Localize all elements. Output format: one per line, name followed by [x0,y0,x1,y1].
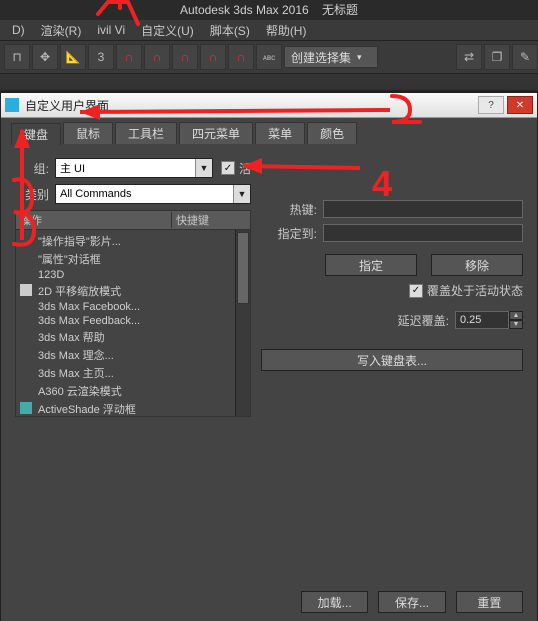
category-label: 类别 [15,186,49,203]
snap-icon[interactable]: ∩ [144,44,170,70]
dialog-icon [5,98,19,112]
brush-icon[interactable]: ✎ [512,44,538,70]
spinner-down-icon[interactable]: ▼ [509,320,523,329]
list-item[interactable]: 3ds Max Facebook... [16,300,236,314]
load-button[interactable]: 加载... [301,591,368,613]
active-label: 活 [239,160,251,177]
selection-set-dropdown[interactable]: 创建选择集 [284,46,378,68]
menu-script[interactable]: 脚本(S) [202,22,258,39]
tab-menus[interactable]: 菜单 [255,122,305,144]
hotkey-input[interactable] [323,200,523,218]
hand-icon [20,284,32,296]
list-item-label: 3ds Max Feedback... [38,315,140,327]
list-item[interactable]: A360 云渲染模式 [16,382,236,400]
menu-render[interactable]: 渲染(R) [33,22,90,39]
spinner-up-icon[interactable]: ▲ [509,311,523,320]
tab-quads[interactable]: 四元菜单 [179,122,253,144]
app-title: Autodesk 3ds Max 2016 [180,3,309,17]
mirror-icon[interactable]: ⇄ [456,44,482,70]
dialog-titlebar[interactable]: 自定义用户界面 ? ✕ [1,93,537,118]
snap-icon[interactable]: ∩ [228,44,254,70]
label-icon[interactable]: ᴀʙᴄ [256,44,282,70]
list-item-label: ActiveShade 浮动框 [38,404,136,416]
scrollbar[interactable] [235,230,250,416]
menu-civil[interactable]: ivil Vi [89,23,133,37]
list-item-label: 3ds Max Facebook... [38,301,140,313]
list-item-label: 3ds Max 理念... [38,350,114,362]
assignedto-label: 指定到: [261,225,317,242]
group-dropdown[interactable]: 主 UI ▼ [55,158,213,178]
magnet-icon[interactable]: ⊓ [4,44,30,70]
copy-icon[interactable]: ❐ [484,44,510,70]
list-item[interactable]: 123D [16,268,236,282]
customize-ui-dialog: 自定义用户界面 ? ✕ 键盘 鼠标 工具栏 四元菜单 菜单 颜色 组: 主 UI… [0,92,538,621]
snap-icon[interactable]: ∩ [200,44,226,70]
remove-button[interactable]: 移除 [431,254,523,276]
help-button[interactable]: ? [478,96,504,114]
override-active-checkbox[interactable]: ✓ [409,284,423,298]
doc-icon [20,402,32,414]
group-label: 组: [15,160,49,177]
actions-list-header[interactable]: 操作 快捷键 [15,210,251,230]
doc-title: 无标题 [322,3,358,17]
scrollbar-thumb[interactable] [237,232,249,304]
list-item-label: 123D [38,269,64,281]
override-active-label: 覆盖处于活动状态 [427,282,523,299]
tab-mouse[interactable]: 鼠标 [63,122,113,144]
menu-help[interactable]: 帮助(H) [258,22,315,39]
snap-icon[interactable]: ∩ [116,44,142,70]
tab-toolbars[interactable]: 工具栏 [115,122,177,144]
list-item[interactable]: 3ds Max 主页... [16,364,236,382]
write-keyboard-button[interactable]: 写入键盘表... [261,349,523,371]
list-item[interactable]: 3ds Max 帮助 [16,328,236,346]
close-button[interactable]: ✕ [507,96,533,114]
delay-override-label: 延迟覆盖: [398,312,449,329]
tab-colors[interactable]: 颜色 [307,122,357,144]
dialog-title: 自定义用户界面 [25,97,475,114]
category-dropdown[interactable]: All Commands ▼ [55,184,251,204]
chevron-down-icon: ▼ [195,159,212,177]
list-item[interactable]: 3ds Max 理念... [16,346,236,364]
menubar: D) 渲染(R) ivil Vi 自定义(U) 脚本(S) 帮助(H) [0,20,538,40]
assign-button[interactable]: 指定 [325,254,417,276]
list-item-label: "操作指导"影片... [38,236,121,248]
list-item-label: 3ds Max 主页... [38,368,114,380]
menu-customize[interactable]: 自定义(U) [133,22,202,39]
list-item[interactable]: 2D 平移缩放模式 [16,282,236,300]
assignedto-display [323,224,523,242]
snap-icon[interactable]: ∩ [172,44,198,70]
chevron-down-icon: ▼ [233,185,250,203]
list-item[interactable]: ActiveShade 浮动框 [16,400,236,416]
list-item-label: 2D 平移缩放模式 [38,286,121,298]
app-titlebar: Autodesk 3ds Max 2016 无标题 [0,0,538,20]
three-icon[interactable]: 3 [88,44,114,70]
list-item[interactable]: 3ds Max Feedback... [16,314,236,328]
list-item-label: "属性"对话框 [38,254,101,266]
measure-icon[interactable]: 📐 [60,44,86,70]
save-button[interactable]: 保存... [378,591,445,613]
delay-override-spinner[interactable]: 0.25 [455,311,509,329]
col-action: 操作 [16,212,172,228]
reset-button[interactable]: 重置 [456,591,523,613]
list-item[interactable]: "属性"对话框 [16,250,236,268]
hotkey-label: 热键: [261,201,317,218]
dialog-tabs: 键盘 鼠标 工具栏 四元菜单 菜单 颜色 [1,118,537,144]
actions-list[interactable]: "操作指导"影片... "属性"对话框 123D 2D 平移缩放模式 3ds Max F… [15,230,251,417]
active-checkbox[interactable]: ✓ [221,161,235,175]
move-icon[interactable]: ✥ [32,44,58,70]
tab-keyboard[interactable]: 键盘 [11,123,61,145]
col-shortcut: 快捷键 [172,212,250,228]
menu-d[interactable]: D) [4,23,33,37]
list-item-label: A360 云渲染模式 [38,386,122,398]
list-item-label: 3ds Max 帮助 [38,332,105,344]
list-item[interactable]: "操作指导"影片... [16,232,236,250]
main-toolbar: ⊓ ✥ 📐 3 ∩ ∩ ∩ ∩ ∩ ᴀʙᴄ 创建选择集 ⇄ ❐ ✎ [0,40,538,74]
